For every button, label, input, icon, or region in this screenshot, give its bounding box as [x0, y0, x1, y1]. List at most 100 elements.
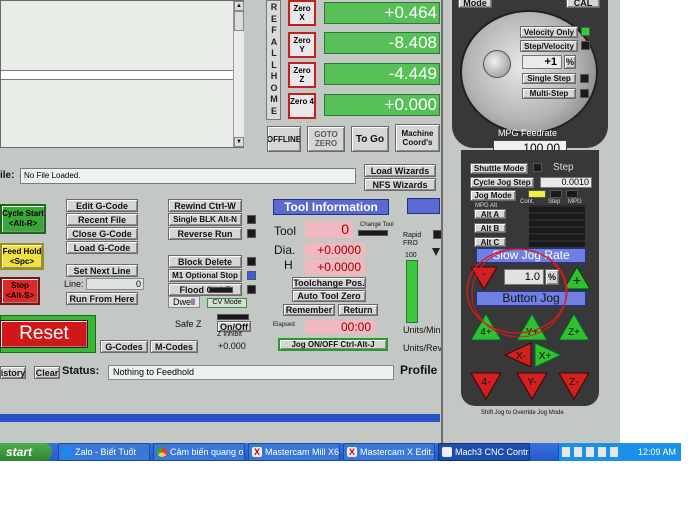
jog-rate-minus-button[interactable]: - [469, 265, 499, 291]
jog-x-plus-button[interactable]: X+ [534, 342, 562, 368]
cycle-start-label: Cycle Start <Alt-R> [2, 209, 44, 228]
zero-z-button[interactable]: Zero Z [288, 62, 316, 88]
multi-step-button[interactable]: Multi-Step [522, 88, 576, 99]
x-axis-dro[interactable]: +0.464 [324, 2, 440, 24]
line-number-field[interactable]: 0 [86, 278, 144, 290]
run-from-here-button[interactable]: Run From Here [66, 292, 138, 305]
block-delete-button[interactable]: Block Delete [168, 255, 242, 268]
tool-number-field[interactable]: 0 [305, 222, 353, 238]
rewind-button[interactable]: Rewind Ctrl-W [168, 199, 242, 212]
reset-button[interactable]: Reset [0, 320, 88, 348]
remember-button[interactable]: Remember [283, 304, 335, 316]
desktop-background [681, 0, 700, 525]
jog-z-minus-button[interactable]: Z- [558, 372, 590, 400]
auto-tool-zero-button[interactable]: Auto Tool Zero [292, 290, 366, 302]
set-next-line-button[interactable]: Set Next Line [66, 264, 138, 277]
cycle-start-button[interactable]: Cycle Start <Alt-R> [0, 204, 46, 234]
z-axis-dro[interactable]: -4.449 [324, 63, 440, 85]
jog-toggle-button[interactable]: Jog ON/OFF Ctrl-Alt-J [278, 338, 388, 351]
goto-zero-button[interactable]: GOTO ZERO [307, 126, 345, 152]
y-axis-dro[interactable]: -8.408 [324, 32, 440, 54]
edit-gcode-button[interactable]: Edit G-Code [66, 199, 138, 212]
start-label: start [6, 445, 33, 459]
zero-z-label: Zero Z [293, 66, 311, 84]
mpg-percent-button[interactable]: % [564, 55, 576, 69]
history-button[interactable]: istory [0, 366, 26, 379]
zero-y-button[interactable]: Zero Y [288, 32, 316, 58]
alt-a-button[interactable]: Alt A [474, 209, 506, 219]
taskbar-item-mach3-label: Mach3 CNC Contr... [455, 447, 530, 457]
reverse-run-button[interactable]: Reverse Run [168, 227, 242, 240]
shuttle-mode-button[interactable]: Shuttle Mode [470, 163, 528, 174]
jog-rate-plus-button[interactable]: + [562, 265, 592, 291]
clear-button[interactable]: Clear [34, 366, 60, 379]
jog-z-plus-button[interactable]: Z+ [558, 313, 590, 341]
start-button[interactable]: start [0, 443, 52, 461]
tool-h-field[interactable]: +0.0000 [305, 260, 365, 275]
tool-info-header: Tool Information [273, 199, 389, 215]
ref-all-home-button[interactable]: REFALLHOME [266, 0, 281, 120]
taskbar-item-chrome[interactable]: Cảm biến quang o... [153, 443, 245, 461]
taskbar-item-mastercam-edit[interactable]: X Mastercam X Edit... [343, 443, 435, 461]
cycle-jog-step-button[interactable]: Cycle Jog Step [470, 177, 534, 188]
return-button[interactable]: Return [338, 304, 378, 316]
feed-hold-button[interactable]: Feed Hold <Spc> [0, 243, 44, 270]
feed-slider-arrow[interactable] [432, 248, 440, 256]
machine-coords-button[interactable]: Machine Coord's [395, 124, 440, 152]
single-blk-button[interactable]: Single BLK Alt-N [168, 213, 242, 226]
close-gcode-button[interactable]: Close G-Code [66, 227, 138, 240]
jog-4-minus-button[interactable]: 4- [470, 372, 502, 400]
toolchange-pos-button[interactable]: Toolchange Pos. [292, 277, 366, 289]
jog-step-field[interactable]: 0.0010 [540, 177, 592, 188]
velocity-only-button[interactable]: Velocity Only [520, 26, 578, 38]
cv-mode-label: CV Mode [212, 299, 242, 306]
jog-4-plus-button[interactable]: 4+ [470, 313, 502, 341]
jog-rate-field[interactable]: 1.0 [504, 269, 544, 285]
file-label: ile: [0, 170, 15, 181]
nfs-wizards-button[interactable]: NFS Wizards [364, 178, 436, 191]
load-gcode-button[interactable]: Load G-Code [66, 241, 138, 254]
jog-mode-mpg-led [566, 190, 578, 198]
mpg-multiplier-field[interactable]: +1 [522, 55, 562, 69]
jog-rate-percent-button[interactable]: % [545, 269, 559, 285]
jog-step-value: 0.0010 [561, 177, 589, 187]
scroll-thumb[interactable] [234, 11, 244, 31]
rapid-fro-slider[interactable] [406, 260, 418, 323]
load-wizards-button[interactable]: Load Wizards [364, 164, 436, 177]
gcode-display[interactable]: ▲ ▼ [0, 0, 244, 148]
mpg-cal-button[interactable]: CAL [566, 0, 600, 8]
jog-y-plus-button[interactable]: Y+ [516, 313, 548, 341]
cv-mode-indicator: CV Mode [207, 298, 247, 308]
machine-coords-label: Machine Coord's [401, 129, 434, 147]
flood-led [247, 285, 256, 294]
alt-c-button[interactable]: Alt C [474, 237, 506, 247]
recent-file-button[interactable]: Recent File [66, 213, 138, 226]
stop-button[interactable]: Stop <Alt-S> [0, 277, 40, 305]
a-axis-dro[interactable]: +0.000 [324, 94, 440, 116]
jog-y-minus-button[interactable]: Y- [516, 372, 548, 400]
tray-icons[interactable] [562, 447, 622, 457]
jog-mode-button[interactable]: Jog Mode [470, 190, 516, 201]
single-step-button[interactable]: Single Step [522, 73, 576, 84]
offline-button[interactable]: OFFLINE [267, 126, 301, 152]
scroll-down-icon[interactable]: ▼ [234, 137, 244, 147]
mcodes-button[interactable]: M-Codes [150, 340, 198, 353]
taskbar-item-zalo[interactable]: Zalo - Biết Tuốt [58, 443, 150, 461]
zero-4-button[interactable]: Zero 4 [288, 93, 316, 119]
zero-x-button[interactable]: Zero X [288, 0, 316, 26]
scroll-up-icon[interactable]: ▲ [234, 1, 244, 11]
scrollbar[interactable]: ▲ ▼ [233, 1, 244, 147]
jog-x-minus-button[interactable]: X- [504, 342, 532, 368]
taskbar-item-mastercam-mill[interactable]: X Mastercam Mill X6... [248, 443, 340, 461]
to-go-button[interactable]: To Go [351, 126, 389, 152]
feed-hold-label: Feed Hold <Spc> [2, 246, 42, 266]
alt-b-button[interactable]: Alt B [474, 223, 506, 233]
mpg-mode-button[interactable]: Mode [458, 0, 492, 8]
mpg-multiplier-value: +1 [544, 56, 557, 68]
tool-dia-field[interactable]: +0.0000 [305, 243, 365, 258]
m1-optional-stop-button[interactable]: M1 Optional Stop [168, 269, 242, 282]
gcodes-button[interactable]: G-Codes [100, 340, 148, 353]
taskbar-item-mach3[interactable]: Mach3 CNC Contr... [438, 443, 530, 461]
step-velocity-button[interactable]: Step/Velocity [520, 40, 578, 52]
button-jog-banner[interactable]: Button Jog [476, 291, 586, 306]
